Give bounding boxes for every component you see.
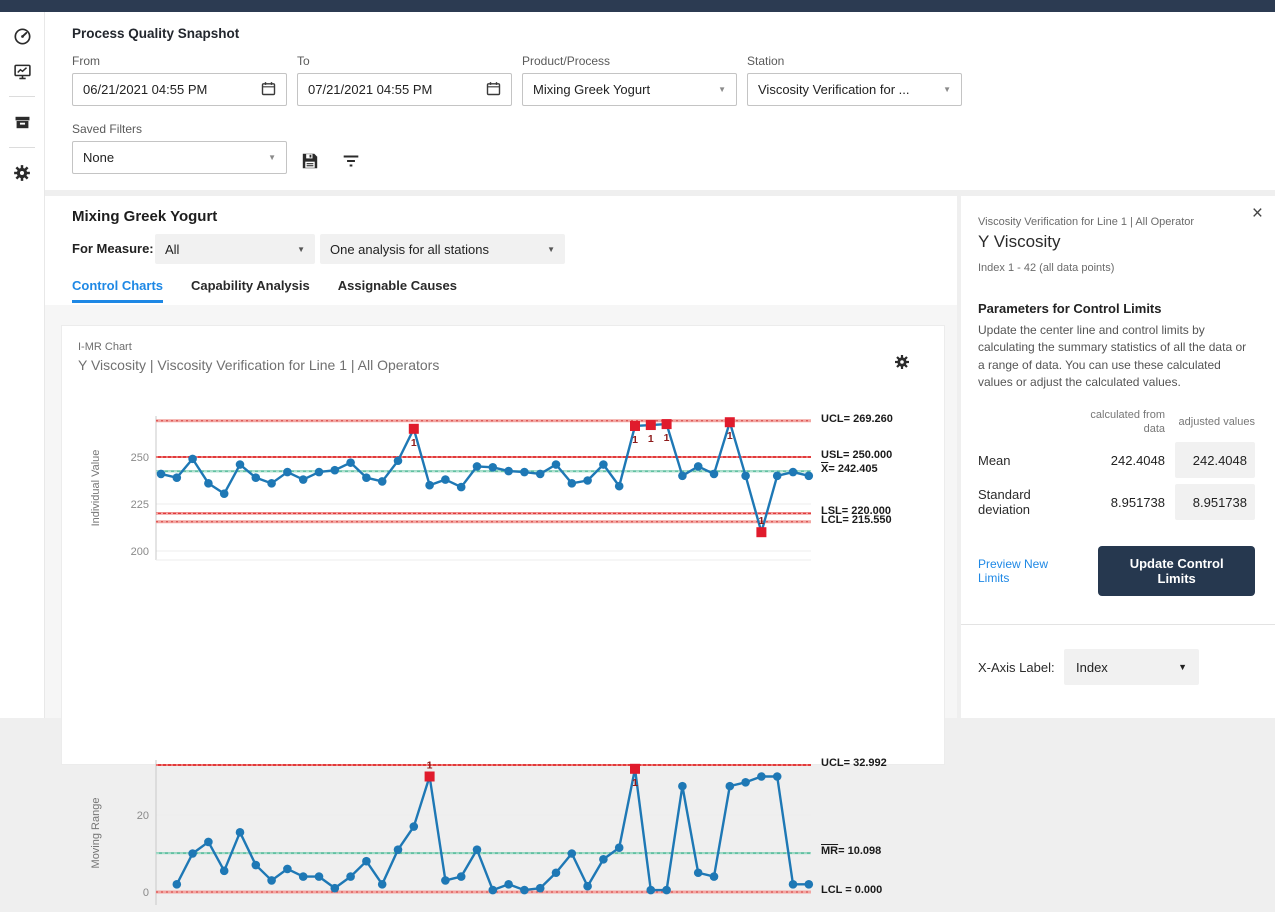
sidebar-divider bbox=[9, 147, 35, 148]
chevron-down-icon: ▼ bbox=[268, 153, 276, 162]
product-process-label: Product/Process bbox=[522, 54, 737, 68]
from-date-value: 06/21/2021 04:55 PM bbox=[83, 82, 207, 97]
svg-text:250: 250 bbox=[131, 452, 149, 464]
moving-range-chart-cl-label: MR= 10.098 bbox=[821, 845, 881, 857]
monitor-chart-icon[interactable] bbox=[12, 61, 32, 81]
gear-icon[interactable] bbox=[12, 163, 32, 183]
individuals-chart-y-axis-title: Individual Value bbox=[90, 450, 102, 527]
chevron-down-icon: ▼ bbox=[943, 85, 951, 94]
svg-text:20: 20 bbox=[137, 810, 149, 822]
individuals-chart-svg: 200225250111111 bbox=[74, 404, 946, 582]
individuals-chart-cl-label: X= 242.405 bbox=[821, 463, 878, 475]
individuals-chart[interactable]: 200225250111111UCL= 269.260USL= 250.000X… bbox=[74, 404, 946, 582]
dashboard-gauge-icon[interactable] bbox=[12, 26, 32, 46]
svg-text:1: 1 bbox=[427, 760, 433, 772]
analysis-mode-select[interactable]: One analysis for all stations ▼ bbox=[320, 234, 565, 264]
to-date-input[interactable]: 07/21/2021 04:55 PM bbox=[297, 73, 512, 106]
column-header-adjusted: adjusted values bbox=[1175, 415, 1255, 429]
saved-filters-label: Saved Filters bbox=[72, 122, 287, 136]
saved-filters-select[interactable]: None ▼ bbox=[72, 141, 287, 174]
tab-control-charts[interactable]: Control Charts bbox=[72, 278, 163, 303]
chevron-down-icon: ▼ bbox=[297, 245, 305, 254]
station-select[interactable]: Viscosity Verification for ... ▼ bbox=[747, 73, 962, 106]
from-label: From bbox=[72, 54, 287, 68]
tab-capability-analysis[interactable]: Capability Analysis bbox=[191, 278, 310, 303]
mean-calculated-value: 242.4048 bbox=[1079, 453, 1165, 468]
moving-range-chart-lcl-label: LCL = 0.000 bbox=[821, 884, 882, 896]
chart-area: I-MR Chart Y Viscosity | Viscosity Verif… bbox=[45, 305, 957, 718]
moving-range-chart-ucl-label: UCL= 32.992 bbox=[821, 757, 887, 769]
svg-text:0: 0 bbox=[143, 887, 149, 899]
close-icon[interactable]: × bbox=[1252, 204, 1263, 223]
product-process-select[interactable]: Mixing Greek Yogurt ▼ bbox=[522, 73, 737, 106]
station-label: Station bbox=[747, 54, 962, 68]
moving-range-chart-y-axis-title: Moving Range bbox=[90, 797, 102, 868]
chart-settings-gear-icon[interactable] bbox=[894, 354, 910, 370]
control-limits-panel: × Viscosity Verification for Line 1 | Al… bbox=[961, 196, 1275, 718]
app-sidebar bbox=[0, 12, 45, 718]
svg-text:1: 1 bbox=[632, 777, 638, 789]
process-title: Mixing Greek Yogurt bbox=[72, 208, 217, 225]
saved-filters-value: None bbox=[83, 150, 114, 165]
parameters-section-title: Parameters for Control Limits bbox=[978, 301, 1255, 316]
chart-subtitle: Y Viscosity | Viscosity Verification for… bbox=[78, 357, 439, 373]
chart-type-label: I-MR Chart bbox=[78, 341, 132, 353]
page-title: Process Quality Snapshot bbox=[72, 26, 239, 41]
moving-range-chart[interactable]: 0 20 1 1 UCL= 32.992 MR= 10.098 LCL = 0.000 Mov… bbox=[74, 755, 946, 907]
analysis-panel: Mixing Greek Yogurt For Measure: All ▼ O… bbox=[45, 196, 957, 718]
svg-text:1: 1 bbox=[648, 433, 654, 445]
from-date-input[interactable]: 06/21/2021 04:55 PM bbox=[72, 73, 287, 106]
column-header-calculated: calculated from data bbox=[1079, 408, 1165, 437]
svg-text:200: 200 bbox=[131, 546, 149, 558]
x-axis-value: Index bbox=[1076, 660, 1108, 675]
row-label-stdev: Standard deviation bbox=[978, 487, 1069, 517]
svg-text:1: 1 bbox=[727, 430, 733, 442]
measure-select[interactable]: All ▼ bbox=[155, 234, 315, 264]
svg-text:1: 1 bbox=[411, 437, 417, 449]
product-process-value: Mixing Greek Yogurt bbox=[533, 82, 650, 97]
panel-divider bbox=[961, 624, 1275, 625]
x-axis-label: X-Axis Label: bbox=[978, 660, 1064, 675]
individuals-chart-usl-label: USL= 250.000 bbox=[821, 449, 892, 461]
to-date-value: 07/21/2021 04:55 PM bbox=[308, 82, 432, 97]
analysis-mode-value: One analysis for all stations bbox=[330, 242, 489, 257]
panel-index-range: Index 1 - 42 (all data points) bbox=[978, 262, 1255, 274]
panel-title: Y Viscosity bbox=[978, 232, 1255, 252]
preview-new-limits-link[interactable]: Preview New Limits bbox=[978, 557, 1080, 585]
update-control-limits-button[interactable]: Update Control Limits bbox=[1098, 546, 1255, 596]
chevron-down-icon: ▼ bbox=[1178, 662, 1187, 672]
station-value: Viscosity Verification for ... bbox=[758, 82, 910, 97]
svg-text:1: 1 bbox=[632, 434, 638, 446]
chevron-down-icon: ▼ bbox=[547, 245, 555, 254]
svg-text:225: 225 bbox=[131, 499, 149, 511]
row-label-mean: Mean bbox=[978, 453, 1069, 468]
archive-box-icon[interactable] bbox=[12, 112, 32, 132]
measure-value: All bbox=[165, 242, 179, 257]
panel-breadcrumb: Viscosity Verification for Line 1 | All … bbox=[978, 216, 1255, 228]
moving-range-chart-svg: 0 20 1 1 bbox=[74, 755, 946, 907]
chevron-down-icon: ▼ bbox=[718, 85, 726, 94]
x-axis-select[interactable]: Index ▼ bbox=[1064, 649, 1199, 685]
individuals-chart-ucl-label: UCL= 269.260 bbox=[821, 413, 893, 425]
parameters-description: Update the center line and control limit… bbox=[978, 322, 1255, 392]
stdev-adjusted-input[interactable]: 8.951738 bbox=[1175, 484, 1255, 520]
svg-text:1: 1 bbox=[664, 432, 670, 444]
imr-chart-card: I-MR Chart Y Viscosity | Viscosity Verif… bbox=[61, 325, 945, 765]
filter-icon[interactable] bbox=[342, 152, 360, 170]
mean-adjusted-input[interactable]: 242.4048 bbox=[1175, 442, 1255, 478]
tab-assignable-causes[interactable]: Assignable Causes bbox=[338, 278, 457, 303]
save-filter-button[interactable] bbox=[301, 152, 319, 170]
svg-text:1: 1 bbox=[758, 515, 764, 527]
top-navigation-bar bbox=[0, 0, 1275, 12]
parameters-table: calculated from data adjusted values Mea… bbox=[978, 408, 1255, 521]
for-measure-label: For Measure: bbox=[72, 234, 154, 264]
stdev-calculated-value: 8.951738 bbox=[1079, 495, 1165, 510]
filter-panel: Process Quality Snapshot From 06/21/2021… bbox=[45, 12, 1275, 190]
sidebar-divider bbox=[9, 96, 35, 97]
calendar-icon[interactable] bbox=[486, 81, 501, 99]
to-label: To bbox=[297, 54, 512, 68]
tab-bar: Control Charts Capability Analysis Assig… bbox=[72, 278, 457, 303]
individuals-chart-lcl-label: LCL= 215.550 bbox=[821, 514, 892, 526]
calendar-icon[interactable] bbox=[261, 81, 276, 99]
